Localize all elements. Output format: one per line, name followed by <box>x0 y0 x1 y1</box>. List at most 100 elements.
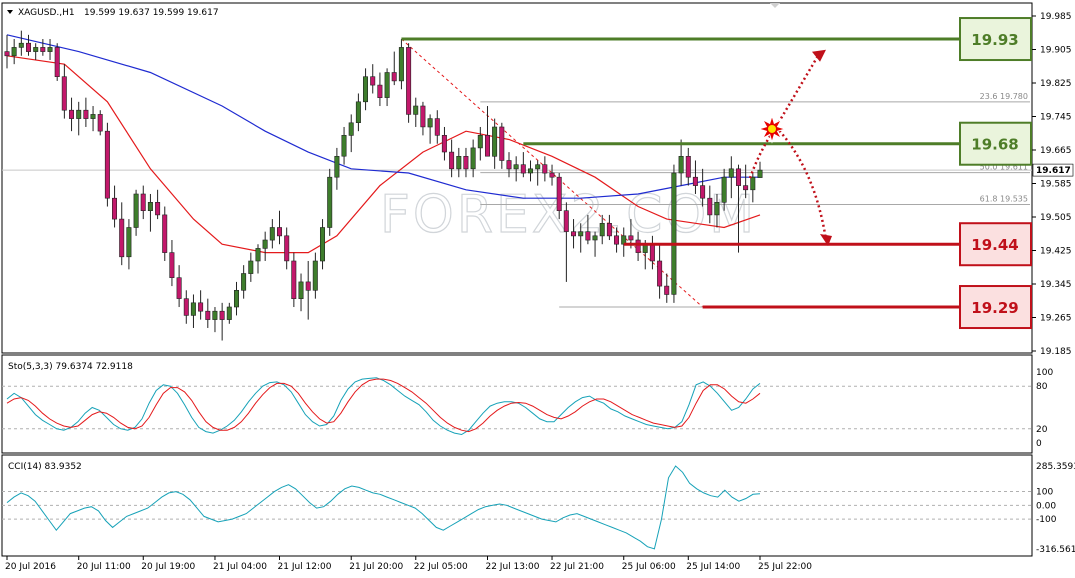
candle-bearish <box>635 239 641 253</box>
candle-bullish <box>262 239 268 249</box>
main-panel-frame <box>1 2 1033 354</box>
candle-bearish <box>657 260 663 287</box>
candle-bullish <box>212 310 218 320</box>
candle-bullish <box>133 193 139 228</box>
candle-bullish <box>47 47 53 52</box>
candle-bearish <box>25 42 31 52</box>
candle-bullish <box>384 72 390 98</box>
candle-bullish <box>456 156 462 170</box>
time-tick-label: 22 Jul 21:00 <box>550 562 604 572</box>
cci-tick-label: -316.561 <box>1036 545 1075 555</box>
candle-bearish <box>276 227 282 237</box>
candle-bearish <box>743 185 749 191</box>
candle-bearish <box>585 231 591 241</box>
candle-bearish <box>119 218 125 258</box>
candle-bearish <box>176 277 182 299</box>
price-tick-label: 19.825 <box>1040 79 1072 89</box>
price-tick-label: 19.905 <box>1040 46 1072 56</box>
candle-bullish <box>355 101 361 124</box>
candle-bearish <box>563 210 569 232</box>
candle-bearish <box>305 281 311 291</box>
candle-bullish <box>714 202 720 216</box>
cci-tick-label: 100 <box>1036 488 1053 498</box>
candle-bearish <box>205 310 211 320</box>
price-tick-label: 19.505 <box>1040 213 1072 223</box>
candle-bearish <box>692 176 698 186</box>
candle-bullish <box>757 169 763 178</box>
candle-bullish <box>190 302 196 316</box>
candle-bullish <box>248 260 254 274</box>
stochastic-tick-label: 0 <box>1036 439 1042 449</box>
candle-bullish <box>398 47 404 82</box>
candle-bullish <box>721 176 727 203</box>
candle-bearish <box>140 193 146 212</box>
candle-bearish <box>183 298 189 316</box>
candle-bearish <box>169 252 175 279</box>
time-tick-label: 20 Jul 11:00 <box>77 562 131 572</box>
cci-panel-frame <box>1 454 1033 557</box>
candle-bearish <box>556 176 562 211</box>
candle-bullish <box>255 248 261 262</box>
candle-bearish <box>449 151 455 170</box>
candle-bullish <box>578 231 584 237</box>
candle-bearish <box>291 260 297 300</box>
candle-bullish <box>527 168 533 174</box>
candle-bearish <box>664 285 670 295</box>
level-box-label: 19.93 <box>971 31 1018 49</box>
candle-bearish <box>649 243 655 262</box>
candle-bearish <box>391 72 397 82</box>
candle-bullish <box>11 47 17 57</box>
price-tick-label: 19.665 <box>1040 146 1072 156</box>
candle-bullish <box>147 202 153 212</box>
stochastic-tick-label: 20 <box>1036 425 1048 435</box>
chart-canvas: FOREX2.COM 23.6 19.78050.0 19.61161.8 19… <box>1 2 1075 572</box>
candle-bearish <box>613 235 619 245</box>
candle-bullish <box>728 168 734 178</box>
candle-bullish <box>33 47 39 52</box>
candle-bullish <box>319 227 325 262</box>
candle-bearish <box>463 156 469 170</box>
price-tick-label: 19.425 <box>1040 247 1072 257</box>
candle-bullish <box>269 227 275 241</box>
time-tick-label: 21 Jul 20:00 <box>349 562 403 572</box>
candle-bearish <box>219 310 225 320</box>
candle-bearish <box>61 76 67 111</box>
candle-bullish <box>348 122 354 136</box>
price-tick-label: 19.585 <box>1040 180 1072 190</box>
candle-bullish <box>513 164 519 170</box>
candle-bearish <box>370 76 376 86</box>
candle-bearish <box>570 231 576 237</box>
candle-bullish <box>535 164 541 170</box>
time-tick-label: 21 Jul 04:00 <box>213 562 267 572</box>
stochastic-tick-label: 80 <box>1036 382 1048 392</box>
candle-bearish <box>377 84 383 98</box>
candle-bearish <box>69 109 75 119</box>
candle-bullish <box>334 156 340 178</box>
candle-bullish <box>671 172 677 295</box>
candle-bullish <box>592 235 598 241</box>
time-tick-label: 25 Jul 22:00 <box>758 562 812 572</box>
candle-bullish <box>234 289 240 308</box>
candle-bearish <box>484 135 490 157</box>
candle-bullish <box>477 135 483 149</box>
cci-title: CCI(14) 83.9352 <box>8 462 82 472</box>
candle-bearish <box>700 185 706 199</box>
fibonacci-level-label: 61.8 19.535 <box>980 194 1028 203</box>
candle-bearish <box>40 47 46 52</box>
time-tick-label: 22 Jul 13:00 <box>485 562 539 572</box>
cci-tick-label: 0.00 <box>1036 501 1056 511</box>
price-tick-label: 19.745 <box>1040 113 1072 123</box>
candle-bullish <box>750 176 756 191</box>
explosion-core-icon <box>768 124 776 133</box>
candle-bearish <box>434 118 440 136</box>
candle-bullish <box>362 76 368 103</box>
candle-bullish <box>678 156 684 174</box>
candle-bearish <box>83 109 89 119</box>
candle-bullish <box>90 114 96 119</box>
symbol-label: XAGUSD.,H1 <box>18 8 75 18</box>
candle-bullish <box>327 176 333 228</box>
candle-bearish <box>441 135 447 153</box>
candle-bearish <box>735 168 741 186</box>
candle-bullish <box>126 227 132 258</box>
candle-bullish <box>599 223 605 237</box>
